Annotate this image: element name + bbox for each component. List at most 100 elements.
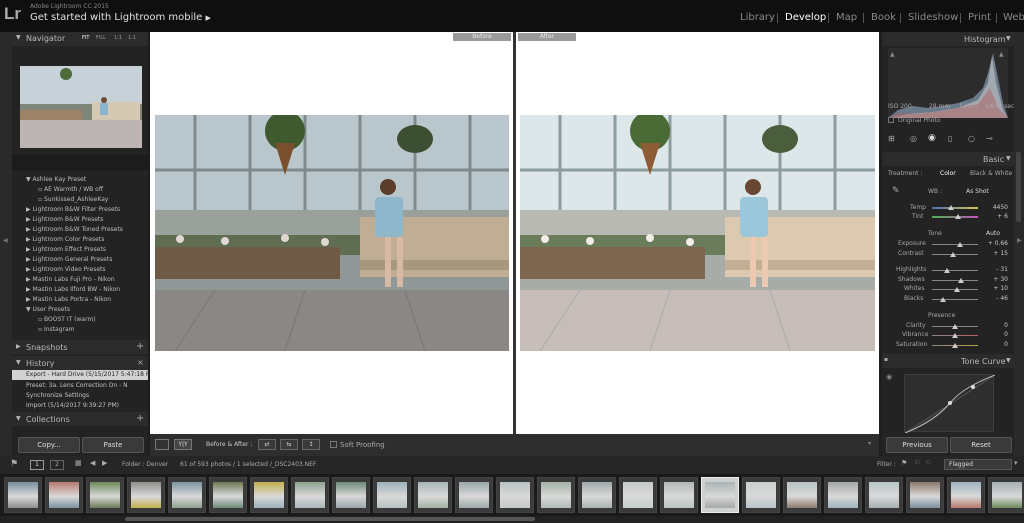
clarity-value[interactable]: 0 [978,322,1008,329]
zoom-fit[interactable]: FIT [82,35,89,41]
whites-value[interactable]: + 10 [978,285,1008,292]
page-2-button[interactable]: 2 [50,460,64,470]
zoom-fill[interactable]: FILL [96,35,106,41]
filmstrip-thumbnail[interactable] [947,477,985,513]
image-view[interactable]: Before After [150,32,879,434]
filmstrip-thumbnail[interactable] [742,477,780,513]
preset-folder[interactable]: ▶ Lightroom Color Presets [26,236,104,243]
preset-folder[interactable]: ▶ Mastin Labs Portra - Nikon [26,296,111,303]
filmstrip-thumbnail[interactable] [4,477,42,513]
filmstrip-thumbnail[interactable] [537,477,575,513]
zoom-custom[interactable]: 1:1 [128,35,136,41]
next-photo-icon[interactable]: ▶ [102,459,107,467]
saturation-knob[interactable] [952,343,958,348]
shadows-knob[interactable] [958,278,964,283]
preset-folder[interactable]: ▶ Lightroom Video Presets [26,266,106,273]
add-collection-icon[interactable]: + [136,413,144,424]
eyedropper-icon[interactable]: ✎ [892,186,900,196]
original-photo-checkbox[interactable] [888,117,894,123]
graduated-filter-icon[interactable]: ▯ [948,134,952,143]
clarity-knob[interactable] [952,324,958,329]
filmstrip-thumbnail[interactable] [86,477,124,513]
filmstrip-thumbnail[interactable] [496,477,534,513]
spot-removal-icon[interactable]: ◎ [910,134,917,143]
module-book[interactable]: Book [871,12,896,23]
vibrance-value[interactable]: 0 [978,331,1008,338]
filmstrip-thumbnail[interactable] [209,477,247,513]
exposure-slider[interactable] [932,244,978,245]
contrast-value[interactable]: + 15 [978,250,1008,257]
filmstrip-thumbnail[interactable] [865,477,903,513]
module-slideshow[interactable]: Slideshow [908,12,958,23]
vibrance-knob[interactable] [952,333,958,338]
history-header[interactable]: ▼ History × [12,356,148,370]
preset-item[interactable]: ▫ AE Warmth / WB off [38,186,103,193]
reset-button[interactable]: Reset [950,437,1012,453]
prev-photo-icon[interactable]: ◀ [90,459,95,467]
preset-folder[interactable]: ▶ Lightroom B&W Filter Presets [26,206,120,213]
module-print[interactable]: Print [968,12,991,23]
left-edge-toggle[interactable]: ◀ [0,32,12,456]
tone-curve-header[interactable]: ▪ Tone Curve ▼ [882,354,1014,368]
filmstrip-thumbnail[interactable] [824,477,862,513]
histogram-header[interactable]: Histogram ▼ [882,32,1014,46]
reject-filter-icon[interactable]: ⚐ [925,459,931,467]
targeted-adjustment-icon[interactable]: ◉ [886,373,892,381]
module-map[interactable]: Map [836,12,857,23]
swap-before-after-button[interactable]: ↕ [302,439,320,450]
shadows-value[interactable]: + 30 [978,276,1008,283]
highlights-knob[interactable] [944,268,950,273]
filmstrip-thumbnail[interactable] [291,477,329,513]
previous-button[interactable]: Previous [886,437,948,453]
blacks-slider[interactable] [932,299,978,300]
tone-curve-graph[interactable] [904,374,996,434]
flag-filter-icon[interactable]: ⚑ [901,459,907,467]
module-develop[interactable]: Develop [785,12,826,23]
catalog-title[interactable]: Get started with Lightroom mobile ▶ [30,12,211,23]
shadows-slider[interactable] [932,280,978,281]
before-after-view-button[interactable]: Y|Y [174,439,192,450]
crop-tool-icon[interactable]: ⊞ [888,134,895,143]
filter-dropdown[interactable]: Flagged [944,459,1012,470]
unflag-filter-icon[interactable]: ⚐ [914,459,920,467]
filmstrip-thumbnail[interactable] [701,477,739,513]
temp-slider[interactable] [932,207,978,209]
red-eye-icon[interactable]: ◉ [928,133,936,143]
secondary-window-icon[interactable]: ⚑ [10,459,18,469]
whites-knob[interactable] [954,287,960,292]
navigator-header[interactable]: ▼ Navigator FIT FILL 1:1 1:1 [12,32,148,46]
preset-item[interactable]: ▫ Instagram [38,326,75,333]
navigator-preview[interactable] [20,66,142,148]
filmstrip-thumbnail[interactable] [988,477,1024,513]
tint-knob[interactable] [955,214,961,219]
filmstrip-scroll-thumb[interactable] [125,517,535,521]
wb-value[interactable]: As Shot [966,188,989,195]
filter-lock-icon[interactable]: ▾ [1014,459,1018,467]
module-web[interactable]: Web [1003,12,1024,23]
preset-folder[interactable]: ▼ Ashlee Kay Preset [26,176,86,183]
filmstrip-thumbnail[interactable] [127,477,165,513]
zoom-1-1[interactable]: 1:1 [114,35,122,41]
tone-auto-button[interactable]: Auto [986,230,1000,237]
filmstrip-thumbnail[interactable] [619,477,657,513]
panel-switch-icon[interactable]: ▪ [884,356,888,363]
grid-view-icon[interactable]: ▦ [75,459,82,467]
adjustment-brush-icon[interactable]: ⊸ [986,134,993,143]
blacks-knob[interactable] [940,297,946,302]
preset-item[interactable]: ▫ Sunkissed_AshleeKay [38,196,108,203]
preset-folder[interactable]: ▶ Mastin Labs Ilford BW - Nikon [26,286,120,293]
clear-history-icon[interactable]: × [137,358,144,367]
preset-folder[interactable]: ▶ Lightroom Effect Presets [26,246,106,253]
folder-source[interactable]: Folder : Denver [122,461,168,468]
highlights-value[interactable]: - 31 [978,266,1008,273]
highlights-slider[interactable] [932,270,978,271]
temp-value[interactable]: 4450 [978,204,1008,211]
filmstrip-thumbnail[interactable] [250,477,288,513]
radial-filter-icon[interactable]: ○ [968,134,975,143]
filmstrip-thumbnail[interactable] [168,477,206,513]
after-photo[interactable] [520,115,875,351]
history-item[interactable]: Export - Hard Drive (5/15/2017 5:47:18 P… [26,371,154,378]
preset-folder[interactable]: ▼ User Presets [26,306,70,313]
basic-header[interactable]: Basic ▼ [882,152,1014,166]
treatment-bw[interactable]: Black & White [970,170,1012,177]
